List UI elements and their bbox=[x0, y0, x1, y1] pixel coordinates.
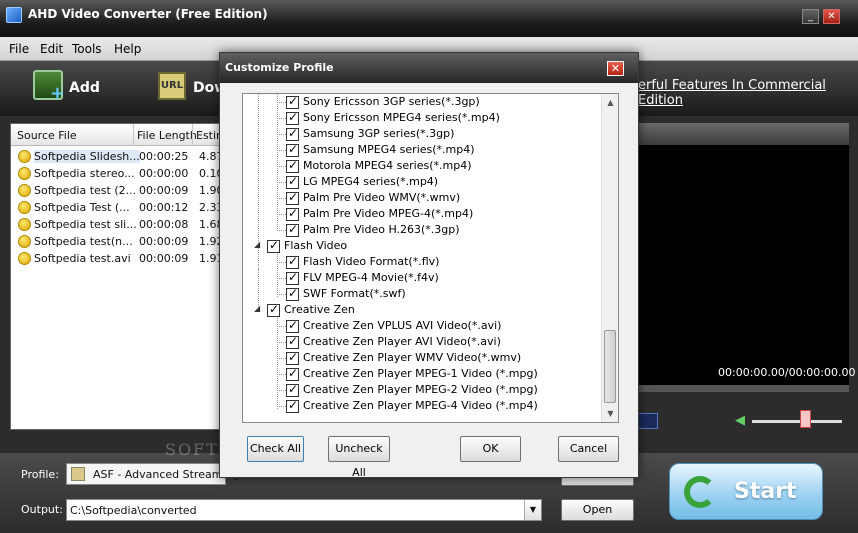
file-status-icon bbox=[18, 184, 31, 197]
table-row[interactable]: Softpedia test sli... 00:00:08 1.68 bbox=[11, 216, 221, 233]
table-row[interactable]: Softpedia test (2... 00:00:09 1.90 bbox=[11, 182, 221, 199]
dialog-title: Customize Profile bbox=[225, 61, 334, 74]
ok-button[interactable]: OK bbox=[460, 436, 521, 462]
checkbox[interactable] bbox=[286, 254, 299, 269]
checkbox[interactable] bbox=[286, 334, 299, 349]
dialog-close-button[interactable]: ✕ bbox=[607, 61, 624, 76]
open-button[interactable]: Open bbox=[561, 499, 634, 521]
menu-edit[interactable]: Edit bbox=[40, 42, 63, 56]
scroll-up-icon[interactable]: ▲ bbox=[602, 94, 618, 111]
collapse-icon[interactable]: ◢ bbox=[254, 304, 260, 313]
minimize-button[interactable]: _ bbox=[802, 9, 819, 24]
profile-select[interactable]: ASF - Advanced Streaming bbox=[66, 463, 239, 485]
app-icon bbox=[6, 7, 22, 23]
checkbox[interactable] bbox=[286, 286, 299, 301]
checkbox[interactable] bbox=[286, 366, 299, 381]
checkbox[interactable] bbox=[286, 190, 299, 205]
profile-icon bbox=[71, 467, 85, 481]
checkbox[interactable] bbox=[267, 302, 280, 317]
commercial-edition-link[interactable]: erful Features In Commercial Edition bbox=[638, 78, 858, 108]
table-row[interactable]: Softpedia Slidesh... 00:00:25 4.87 bbox=[11, 148, 221, 165]
volume-icon[interactable]: ◀ bbox=[735, 413, 749, 428]
col-file-length[interactable]: File Length bbox=[137, 129, 197, 142]
preview-header bbox=[629, 123, 849, 145]
scroll-down-icon[interactable]: ▼ bbox=[602, 405, 618, 422]
window-title: AHD Video Converter (Free Edition) bbox=[28, 7, 268, 21]
checkbox[interactable] bbox=[286, 398, 299, 413]
refresh-icon bbox=[684, 476, 716, 508]
cancel-button[interactable]: Cancel bbox=[558, 436, 619, 462]
file-list-header: Source File File Length Estin bbox=[11, 124, 221, 146]
add-video-icon[interactable] bbox=[33, 70, 65, 104]
title-bar: AHD Video Converter (Free Edition) _ ✕ bbox=[0, 0, 858, 37]
customize-profile-dialog: Customize Profile ✕ Sony Ericsson 3GP se… bbox=[219, 52, 639, 479]
dialog-title-bar: Customize Profile ✕ bbox=[220, 53, 638, 83]
chevron-down-icon[interactable]: ▼ bbox=[524, 500, 541, 520]
url-download-icon[interactable]: URL bbox=[158, 72, 186, 100]
checkbox[interactable] bbox=[286, 206, 299, 221]
player-control-button[interactable] bbox=[636, 413, 658, 429]
add-button-label[interactable]: Add bbox=[69, 80, 100, 96]
checkbox[interactable] bbox=[267, 238, 280, 253]
file-status-icon bbox=[18, 150, 31, 163]
file-status-icon bbox=[18, 167, 31, 180]
checkbox[interactable] bbox=[286, 350, 299, 365]
output-label: Output: bbox=[21, 503, 63, 516]
volume-slider-handle[interactable] bbox=[800, 410, 811, 428]
checkbox[interactable] bbox=[286, 318, 299, 333]
timecode: 00:00:00.00/00:00:00.00 bbox=[718, 366, 856, 379]
profile-label: Profile: bbox=[21, 468, 59, 481]
table-row[interactable]: Softpedia test(n... 00:00:09 1.92 bbox=[11, 233, 221, 250]
table-row[interactable]: Softpedia Test (... 00:00:12 2.33 bbox=[11, 199, 221, 216]
table-row[interactable]: Softpedia test.avi 00:00:09 1.91 bbox=[11, 250, 221, 267]
tree-scrollbar[interactable]: ▲ ▼ bbox=[601, 94, 618, 422]
file-list[interactable]: Source File File Length Estin Softpedia … bbox=[10, 123, 222, 430]
checkbox[interactable] bbox=[286, 382, 299, 397]
checkbox[interactable] bbox=[286, 110, 299, 125]
file-status-icon bbox=[18, 201, 31, 214]
file-status-icon bbox=[18, 235, 31, 248]
check-all-button[interactable]: Check All bbox=[247, 436, 304, 462]
checkbox[interactable] bbox=[286, 126, 299, 141]
volume-slider[interactable] bbox=[752, 420, 842, 423]
collapse-icon[interactable]: ◢ bbox=[254, 240, 260, 249]
col-source-file[interactable]: Source File bbox=[17, 129, 77, 142]
menu-help[interactable]: Help bbox=[114, 42, 141, 56]
profile-tree[interactable]: Sony Ericsson 3GP series(*.3gp) Sony Eri… bbox=[242, 93, 619, 423]
checkbox[interactable] bbox=[286, 222, 299, 237]
close-button[interactable]: ✕ bbox=[823, 9, 840, 24]
menu-tools[interactable]: Tools bbox=[72, 42, 102, 56]
file-status-icon bbox=[18, 252, 31, 265]
seek-bar[interactable] bbox=[629, 385, 849, 392]
file-status-icon bbox=[18, 218, 31, 231]
output-path-field[interactable]: C:\Softpedia\converted ▼ bbox=[66, 499, 542, 521]
scrollbar-thumb[interactable] bbox=[604, 330, 616, 403]
checkbox[interactable] bbox=[286, 142, 299, 157]
checkbox[interactable] bbox=[286, 174, 299, 189]
checkbox[interactable] bbox=[286, 94, 299, 109]
start-button[interactable]: Start bbox=[669, 463, 823, 520]
video-preview bbox=[629, 145, 849, 385]
checkbox[interactable] bbox=[286, 158, 299, 173]
menu-file[interactable]: File bbox=[9, 42, 29, 56]
table-row[interactable]: Softpedia stereo... 00:00:00 0.10 bbox=[11, 165, 221, 182]
checkbox[interactable] bbox=[286, 270, 299, 285]
uncheck-all-button[interactable]: Uncheck All bbox=[328, 436, 390, 479]
